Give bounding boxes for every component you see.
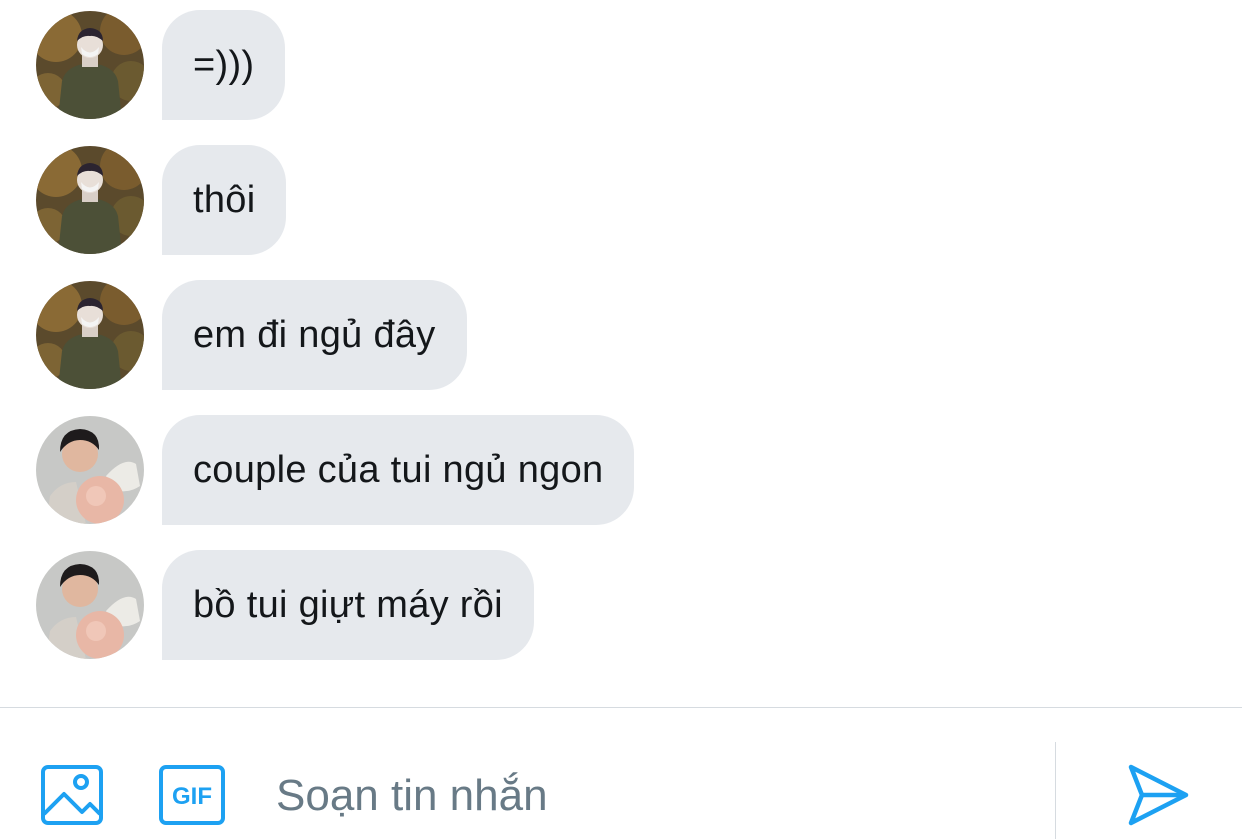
send-icon-glyph bbox=[1128, 764, 1189, 826]
image-icon-glyph bbox=[41, 765, 103, 825]
gif-icon-glyph: GIF bbox=[159, 765, 225, 825]
message-bubble[interactable]: em đi ngủ đây bbox=[162, 280, 467, 390]
avatar-boy-user-image bbox=[36, 551, 144, 659]
message-row: couple của tui ngủ ngon bbox=[36, 415, 635, 525]
message-input[interactable] bbox=[276, 760, 1036, 832]
avatar-masked-user-image bbox=[36, 281, 144, 389]
avatar-masked-user-image bbox=[36, 146, 144, 254]
message-bubble[interactable]: bồ tui giựt máy rồi bbox=[162, 550, 534, 660]
message-bubble[interactable]: =))) bbox=[162, 10, 286, 120]
message-row: =))) bbox=[36, 10, 286, 120]
dm-conversation-screen: =))) thôi em đi ngủ đây couple của tui n… bbox=[0, 0, 1242, 839]
gif-label: GIF bbox=[172, 783, 212, 810]
send-icon[interactable] bbox=[1126, 762, 1190, 828]
image-icon[interactable] bbox=[40, 764, 104, 826]
avatar[interactable] bbox=[36, 11, 144, 119]
composer-separator bbox=[1055, 742, 1056, 839]
message-bubble[interactable]: thôi bbox=[162, 145, 287, 255]
message-list[interactable]: =))) thôi em đi ngủ đây couple của tui n… bbox=[0, 0, 1242, 706]
avatar[interactable] bbox=[36, 416, 144, 524]
avatar[interactable] bbox=[36, 281, 144, 389]
avatar[interactable] bbox=[36, 146, 144, 254]
message-row: thôi bbox=[36, 145, 287, 255]
avatar[interactable] bbox=[36, 551, 144, 659]
message-row: em đi ngủ đây bbox=[36, 280, 467, 390]
message-bubble[interactable]: couple của tui ngủ ngon bbox=[162, 415, 635, 525]
avatar-masked-user-image bbox=[36, 11, 144, 119]
message-row: bồ tui giựt máy rồi bbox=[36, 550, 534, 660]
gif-icon[interactable]: GIF bbox=[158, 764, 226, 826]
avatar-boy-user-image bbox=[36, 416, 144, 524]
